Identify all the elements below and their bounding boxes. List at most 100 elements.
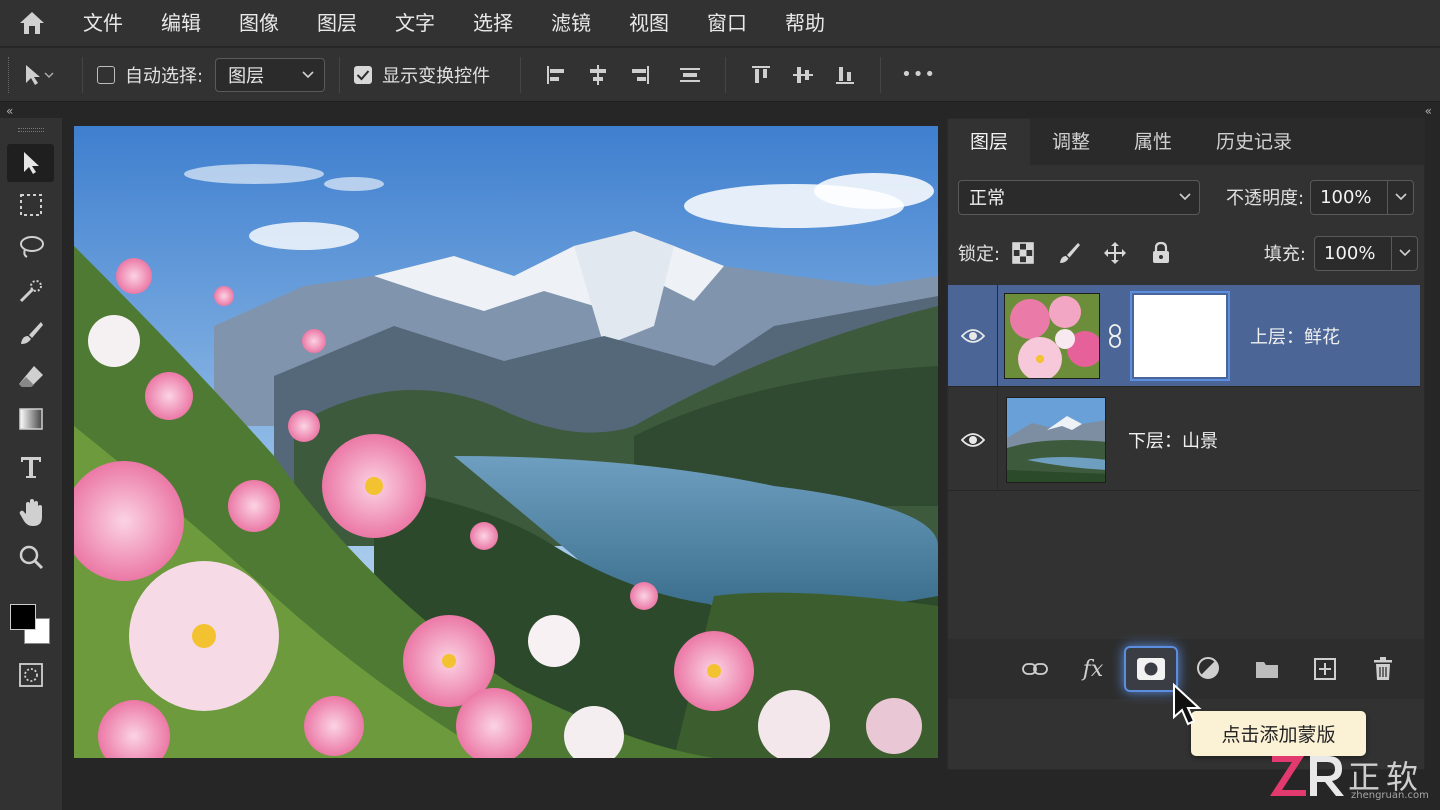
eye-icon — [960, 432, 985, 447]
document-image[interactable] — [74, 126, 938, 758]
layer-style-button[interactable]: fx — [1064, 646, 1122, 692]
chevron-down-icon — [1398, 249, 1411, 257]
menu-view[interactable]: 视图 — [610, 0, 688, 47]
layers-panel: 图层 调整 属性 历史记录 正常 不透明度: 100% 锁定: 填充: 100%… — [947, 118, 1425, 770]
zoom-tool[interactable] — [7, 538, 54, 576]
gradient-tool[interactable] — [7, 400, 54, 438]
align-left-icon — [547, 65, 565, 84]
auto-select-checkbox[interactable] — [97, 65, 115, 84]
more-options-icon[interactable]: ••• — [901, 64, 936, 85]
menu-window[interactable]: 窗口 — [688, 0, 766, 47]
marquee-icon — [19, 194, 42, 216]
color-swatches[interactable] — [10, 604, 54, 648]
lasso-tool[interactable] — [7, 228, 54, 266]
add-mask-button[interactable] — [1124, 646, 1178, 692]
mountains-thumbnail — [1007, 397, 1105, 482]
fill-value: 100% — [1324, 242, 1376, 264]
menu-file[interactable]: 文件 — [64, 0, 142, 47]
divider — [880, 56, 882, 93]
foreground-color-swatch[interactable] — [10, 604, 36, 630]
quick-select-tool[interactable] — [7, 272, 54, 310]
lasso-icon — [19, 236, 44, 258]
mask-link-toggle[interactable] — [1100, 323, 1130, 348]
canvas-area[interactable] — [62, 102, 942, 810]
tool-panel — [0, 118, 62, 810]
opacity-input[interactable]: 100% — [1310, 179, 1415, 215]
align-hcenter-button[interactable] — [577, 57, 619, 93]
panel-tabs: 图层 调整 属性 历史记录 — [948, 119, 1424, 165]
collapse-right-icon[interactable]: « — [1425, 104, 1432, 118]
layer-thumbnail[interactable] — [1006, 396, 1106, 483]
new-group-button[interactable] — [1238, 646, 1296, 692]
layer-name[interactable]: 下层：山景 — [1128, 427, 1218, 453]
layer-mask-thumbnail[interactable] — [1130, 290, 1230, 381]
link-layers-button[interactable] — [1006, 646, 1064, 692]
check-icon — [356, 69, 370, 80]
tab-properties[interactable]: 属性 — [1112, 119, 1194, 165]
layer-row-flowers[interactable]: 上层：鲜花 — [948, 285, 1420, 387]
watermark: 正软 zhengruan.com — [1268, 748, 1436, 808]
tab-adjustments[interactable]: 调整 — [1030, 119, 1112, 165]
auto-select-dropdown[interactable]: 图层 — [215, 57, 326, 92]
align-top-button[interactable] — [740, 57, 782, 93]
delete-layer-button[interactable] — [1354, 646, 1412, 692]
collapse-left-icon[interactable]: « — [6, 104, 13, 118]
align-right-button[interactable] — [619, 57, 661, 93]
hand-tool[interactable] — [7, 494, 54, 532]
fill-dropdown[interactable] — [1391, 236, 1417, 270]
eraser-tool[interactable] — [7, 358, 54, 396]
chain-link-icon — [1109, 323, 1121, 348]
layer-name[interactable]: 上层：鲜花 — [1250, 323, 1340, 349]
menu-type[interactable]: 文字 — [376, 0, 454, 47]
menu-edit[interactable]: 编辑 — [142, 0, 220, 47]
menu-filter[interactable]: 滤镜 — [532, 0, 610, 47]
options-grip[interactable] — [8, 56, 22, 93]
home-icon[interactable] — [0, 0, 64, 47]
watermark-logo-icon — [1270, 756, 1344, 796]
divider — [520, 56, 522, 93]
type-tool[interactable] — [7, 448, 54, 486]
trash-icon — [1374, 657, 1392, 680]
align-bottom-button[interactable] — [824, 57, 866, 93]
lock-icon — [1153, 241, 1170, 263]
panel-grip[interactable] — [18, 128, 44, 132]
divider — [339, 56, 341, 93]
lock-position-button[interactable] — [1092, 235, 1138, 271]
mask-white-fill — [1134, 294, 1226, 377]
fill-input[interactable]: 100% — [1314, 235, 1418, 271]
layer-thumbnail[interactable] — [1004, 292, 1100, 379]
lock-transparent-button[interactable] — [1000, 235, 1046, 271]
distribute-button[interactable] — [669, 57, 711, 93]
align-left-button[interactable] — [535, 57, 577, 93]
zoom-icon — [19, 545, 43, 570]
menu-help[interactable]: 帮助 — [766, 0, 844, 47]
lock-all-button[interactable] — [1138, 235, 1184, 271]
tab-history[interactable]: 历史记录 — [1194, 119, 1314, 165]
menu-layer[interactable]: 图层 — [298, 0, 376, 47]
show-transform-label: 显示变换控件 — [382, 65, 491, 87]
opacity-dropdown[interactable] — [1387, 180, 1413, 214]
quick-select-icon — [19, 280, 42, 303]
move-tool-preset[interactable] — [22, 63, 68, 87]
lock-label: 锁定: — [958, 244, 1001, 265]
new-layer-button[interactable] — [1296, 646, 1354, 692]
menu-bar: 文件 编辑 图像 图层 文字 选择 滤镜 视图 窗口 帮助 — [0, 0, 1440, 47]
layer-row-mountains[interactable]: 下层：山景 — [948, 389, 1420, 491]
blend-mode-dropdown[interactable]: 正常 — [958, 179, 1200, 215]
blend-mode-value: 正常 — [969, 188, 1005, 209]
layer-visibility-toggle[interactable] — [948, 389, 998, 490]
show-transform-checkbox[interactable] — [354, 65, 373, 84]
layer-visibility-toggle[interactable] — [948, 285, 998, 386]
tab-layers[interactable]: 图层 — [948, 119, 1031, 165]
menu-select[interactable]: 选择 — [454, 0, 532, 47]
quick-mask-tool[interactable] — [7, 656, 54, 694]
move-tool[interactable] — [7, 144, 54, 182]
marquee-tool[interactable] — [7, 186, 54, 224]
chevron-down-icon — [44, 71, 54, 78]
folder-icon — [1256, 662, 1278, 678]
align-vcenter-button[interactable] — [782, 57, 824, 93]
menu-image[interactable]: 图像 — [220, 0, 298, 47]
link-icon — [1022, 663, 1048, 675]
brush-tool[interactable] — [7, 314, 54, 352]
lock-pixels-button[interactable] — [1046, 235, 1092, 271]
